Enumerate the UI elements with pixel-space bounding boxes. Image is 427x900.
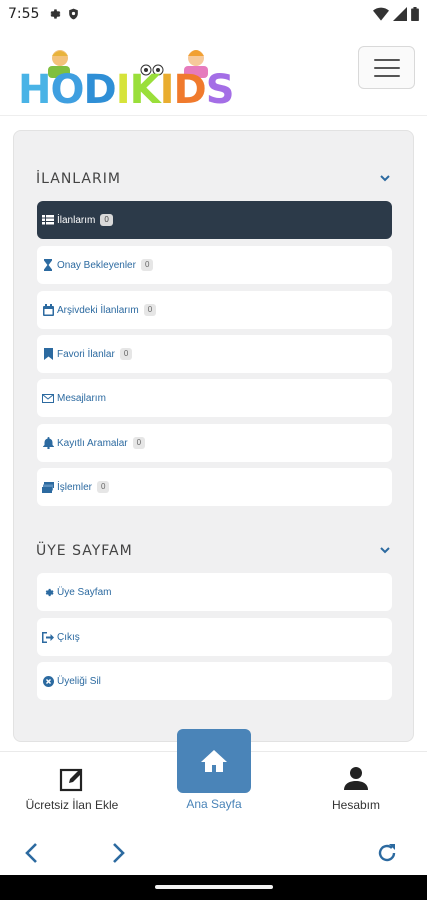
back-arrow-icon	[25, 843, 37, 863]
menu-item-label: Mesajlarım	[57, 392, 106, 404]
envelope-icon	[42, 392, 54, 404]
menu-item-label: Çıkış	[57, 631, 80, 643]
shield-icon	[69, 8, 79, 20]
tab-hesabim[interactable]: Hesabım	[316, 766, 396, 812]
cellular-signal-icon	[393, 7, 407, 21]
app-header: HODIKIDS	[0, 28, 427, 116]
menu-item-mesajlarim[interactable]: Mesajlarım	[37, 379, 392, 417]
bookmark-icon	[42, 348, 54, 360]
refresh-button[interactable]	[376, 838, 398, 868]
count-badge: 0	[97, 481, 110, 493]
hamburger-line	[373, 58, 400, 61]
hamburger-line	[373, 74, 400, 77]
menu-item-label: Üyeliği Sil	[57, 675, 101, 687]
menu-item-uye-sayfam[interactable]: Üye Sayfam	[37, 573, 392, 611]
count-badge: 0	[119, 348, 133, 360]
menu-item-favori-ilanlar[interactable]: Favori İlanlar 0	[37, 335, 392, 373]
menu-item-cikis[interactable]: Çıkış	[37, 618, 392, 656]
refresh-icon	[378, 844, 396, 862]
home-button[interactable]	[177, 729, 251, 793]
edit-square-icon	[59, 768, 83, 792]
count-badge: 0	[143, 304, 157, 316]
wifi-icon	[373, 7, 389, 21]
count-badge: 0	[100, 214, 113, 226]
menu-item-label: Onay Bekleyenler	[57, 259, 136, 271]
section-title-uye-sayfam: ÜYE SAYFAM	[36, 543, 133, 559]
calendar-icon	[42, 304, 54, 316]
menu-item-label: Arşivdeki İlanlarım	[57, 304, 139, 316]
table-list-icon	[42, 214, 54, 226]
hamburger-menu-button[interactable]	[358, 46, 415, 89]
chevron-down-icon[interactable]	[379, 544, 391, 556]
home-label[interactable]: Ana Sayfa	[170, 797, 258, 811]
sign-out-icon	[42, 631, 54, 643]
gear-icon	[50, 9, 61, 19]
menu-item-islemler[interactable]: İşlemler 0	[37, 468, 392, 506]
tab-label: Hesabım	[331, 798, 381, 812]
forward-arrow-icon	[113, 843, 125, 863]
system-gesture-bar	[0, 875, 427, 900]
bell-icon	[42, 437, 54, 449]
money-icon	[42, 481, 54, 493]
menu-item-kayitli-aramalar[interactable]: Kayıtlı Aramalar 0	[37, 424, 392, 462]
menu-item-onay-bekleyenler[interactable]: Onay Bekleyenler 0	[37, 246, 392, 284]
menu-item-label: İlanlarım	[57, 214, 96, 226]
section-title-ilanlarim: İLANLARIM	[36, 171, 121, 187]
count-badge: 0	[132, 437, 146, 449]
gesture-handle[interactable]	[155, 885, 273, 889]
chevron-down-icon[interactable]	[379, 172, 391, 184]
account-menu-panel: İLANLARIM İlanlarım 0 Onay Bekleyenler 0…	[13, 130, 414, 742]
forward-button[interactable]	[108, 838, 128, 868]
hodikids-logo[interactable]: HODIKIDS	[18, 48, 234, 116]
gear-icon	[42, 586, 54, 598]
count-badge: 0	[140, 259, 154, 271]
home-icon	[201, 750, 227, 772]
menu-item-uyeligi-sil[interactable]: Üyeliği Sil	[37, 662, 392, 700]
menu-item-ilanlarim[interactable]: İlanlarım 0	[37, 201, 392, 239]
hamburger-line	[373, 66, 400, 69]
tab-label: Ücretsiz İlan Ekle	[25, 798, 119, 812]
status-time: 7:55	[8, 6, 40, 22]
status-bar: 7:55	[0, 0, 427, 28]
hourglass-icon	[42, 259, 54, 271]
logo-text: HODIKIDS	[18, 67, 234, 113]
user-icon	[344, 767, 368, 790]
menu-item-label: Kayıtlı Aramalar	[57, 437, 128, 449]
circle-x-icon	[42, 675, 54, 687]
menu-item-arsivdeki-ilanlarim[interactable]: Arşivdeki İlanlarım 0	[37, 291, 392, 329]
back-button[interactable]	[22, 838, 42, 868]
menu-item-label: Favori İlanlar	[57, 348, 115, 360]
menu-item-label: Üye Sayfam	[57, 586, 112, 598]
battery-icon	[411, 7, 419, 21]
menu-item-label: İşlemler	[57, 481, 93, 493]
tab-ucretsiz-ilan-ekle[interactable]: Ücretsiz İlan Ekle	[20, 766, 124, 812]
